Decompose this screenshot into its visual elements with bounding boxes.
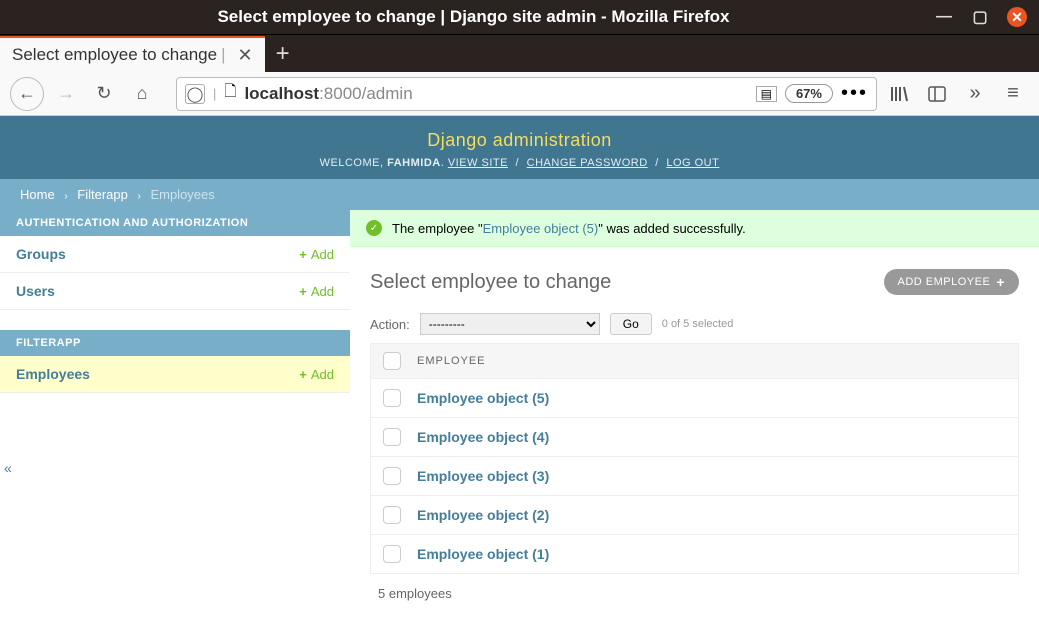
sidebar-toggle-icon[interactable] (921, 78, 953, 110)
plus-icon: + (299, 247, 307, 262)
page-title: Select employee to change (370, 271, 884, 294)
urlbar-separator: | (213, 86, 216, 101)
row-checkbox[interactable] (383, 506, 401, 524)
shield-icon[interactable]: ◯ (185, 84, 205, 104)
check-icon: ✓ (366, 220, 382, 236)
sidebar-item-groups[interactable]: Groups +Add (0, 236, 350, 273)
table-row: Employee object (5) (371, 378, 1018, 417)
forward-button[interactable]: → (50, 78, 82, 110)
reload-button[interactable]: ↻ (88, 78, 120, 110)
window-titlebar: Select employee to change | Django site … (0, 0, 1039, 34)
app-header-auth: AUTHENTICATION AND AUTHORIZATION (0, 210, 350, 236)
home-button[interactable]: ⌂ (126, 78, 158, 110)
minimize-icon[interactable]: — (935, 8, 953, 26)
sidebar-item-employees[interactable]: Employees +Add (0, 356, 350, 393)
plus-icon: + (299, 367, 307, 382)
plus-icon: + (299, 284, 307, 299)
select-all-checkbox[interactable] (383, 352, 401, 370)
breadcrumb-current: Employees (150, 187, 214, 202)
sidebar-item-users[interactable]: Users +Add (0, 273, 350, 310)
admin-title: Django administration (0, 130, 1039, 151)
row-link[interactable]: Employee object (5) (417, 390, 549, 406)
row-link[interactable]: Employee object (4) (417, 429, 549, 445)
action-label: Action: (370, 317, 410, 332)
sidebar: AUTHENTICATION AND AUTHORIZATION Groups … (0, 210, 350, 625)
message-object[interactable]: Employee object (5) (483, 221, 599, 236)
page-actions-icon[interactable]: ••• (841, 82, 868, 105)
view-site-link[interactable]: VIEW SITE (448, 157, 508, 169)
message-text: The employee "Employee object (5)" was a… (392, 221, 746, 236)
add-employee-button[interactable]: ADD EMPLOYEE + (884, 269, 1020, 295)
row-link[interactable]: Employee object (2) (417, 507, 549, 523)
overflow-icon[interactable]: » (959, 78, 991, 110)
browser-tab[interactable]: Select employee to change | ✕ (0, 36, 265, 72)
username: FAHMIDA (387, 157, 441, 169)
reader-mode-icon[interactable]: ▤ (756, 86, 777, 102)
model-name: Users (16, 283, 299, 299)
url-text[interactable]: localhost:8000/admin (244, 84, 747, 104)
tab-label: Select employee to change (12, 45, 217, 65)
hamburger-menu-icon[interactable]: ≡ (997, 78, 1029, 110)
row-checkbox[interactable] (383, 428, 401, 446)
results-table: EMPLOYEE Employee object (5) Employee ob… (370, 343, 1019, 574)
back-button[interactable]: ← (10, 77, 44, 111)
tab-strip: Select employee to change | ✕ + (0, 34, 1039, 72)
selection-count: 0 of 5 selected (662, 318, 734, 330)
window-title: Select employee to change | Django site … (12, 7, 935, 27)
admin-userlinks: WELCOME, FAHMIDA. VIEW SITE / CHANGE PAS… (0, 157, 1039, 169)
model-name: Groups (16, 246, 299, 262)
zoom-level[interactable]: 67% (785, 84, 833, 103)
url-path: :8000/admin (319, 84, 413, 103)
plus-icon: + (996, 274, 1005, 290)
admin-body: AUTHENTICATION AND AUTHORIZATION Groups … (0, 210, 1039, 625)
url-bar[interactable]: ◯ | 🗋 localhost:8000/admin ▤ 67% ••• (176, 77, 877, 111)
library-icon[interactable] (883, 78, 915, 110)
close-icon[interactable]: ✕ (1007, 7, 1027, 27)
row-link[interactable]: Employee object (1) (417, 546, 549, 562)
content: ✓ The employee "Employee object (5)" was… (350, 210, 1039, 625)
sidebar-collapse-handle[interactable]: « (0, 458, 16, 478)
table-row: Employee object (3) (371, 456, 1018, 495)
table-row: Employee object (1) (371, 534, 1018, 573)
app-header-filterapp: FILTERAPP (0, 330, 350, 356)
logout-link[interactable]: LOG OUT (666, 157, 719, 169)
actions-bar: Action: --------- Go 0 of 5 selected (370, 313, 1019, 335)
success-message: ✓ The employee "Employee object (5)" was… (350, 210, 1039, 247)
add-link[interactable]: +Add (299, 247, 334, 262)
row-link[interactable]: Employee object (3) (417, 468, 549, 484)
maximize-icon[interactable]: ▢ (971, 8, 989, 26)
table-row: Employee object (2) (371, 495, 1018, 534)
admin-header: Django administration WELCOME, FAHMIDA. … (0, 116, 1039, 179)
change-password-link[interactable]: CHANGE PASSWORD (527, 157, 648, 169)
content-title-row: Select employee to change ADD EMPLOYEE + (370, 269, 1019, 295)
go-button[interactable]: Go (610, 313, 652, 335)
action-select[interactable]: --------- (420, 313, 600, 335)
breadcrumb-home[interactable]: Home (20, 187, 55, 202)
table-header: EMPLOYEE (371, 344, 1018, 378)
new-tab-button[interactable]: + (265, 36, 301, 72)
window-controls: — ▢ ✕ (935, 7, 1027, 27)
add-link[interactable]: +Add (299, 284, 334, 299)
url-host: localhost (244, 84, 319, 103)
model-name: Employees (16, 366, 299, 382)
tab-close-icon[interactable]: ✕ (238, 45, 253, 66)
welcome-label: WELCOME, (320, 157, 384, 169)
row-checkbox[interactable] (383, 545, 401, 563)
add-link[interactable]: +Add (299, 367, 334, 382)
browser-toolbar: ← → ↻ ⌂ ◯ | 🗋 localhost:8000/admin ▤ 67%… (0, 72, 1039, 116)
row-checkbox[interactable] (383, 389, 401, 407)
tab-separator: | (221, 45, 225, 65)
breadcrumb: Home › Filterapp › Employees (0, 179, 1039, 210)
breadcrumb-app[interactable]: Filterapp (77, 187, 128, 202)
table-row: Employee object (4) (371, 417, 1018, 456)
row-checkbox[interactable] (383, 467, 401, 485)
page-icon: 🗋 (224, 81, 236, 106)
column-header[interactable]: EMPLOYEE (417, 355, 486, 367)
paginator: 5 employees (370, 574, 1019, 613)
